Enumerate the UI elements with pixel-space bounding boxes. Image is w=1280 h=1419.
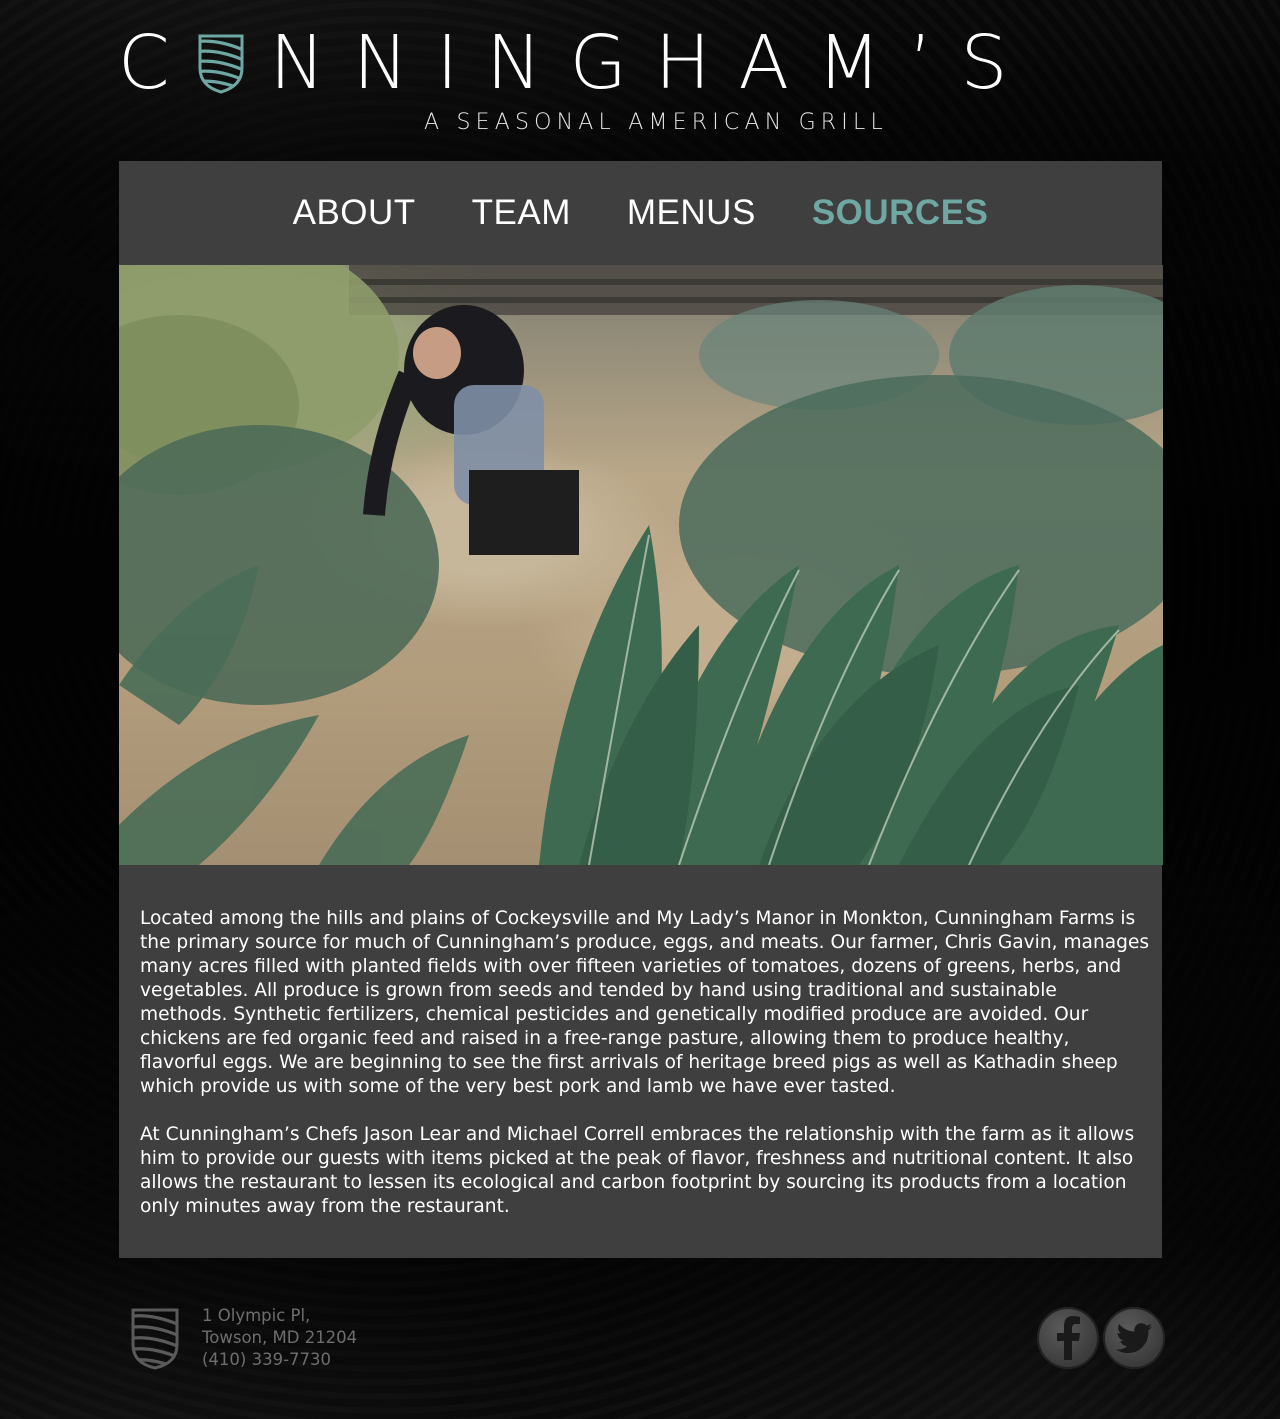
footer-address: 1 Olympic Pl, Towson, MD 21204 (410) 339…: [202, 1305, 357, 1371]
facebook-icon: [1057, 1316, 1080, 1360]
logo-tagline: A SEASONAL AMERICAN GRILL: [424, 110, 888, 135]
shield-icon: [198, 34, 244, 94]
phone-number[interactable]: (410) 339-7730: [202, 1349, 357, 1371]
footer-shield-icon: [131, 1308, 179, 1370]
address-line-1: 1 Olympic Pl,: [202, 1306, 311, 1325]
nav-menus[interactable]: MENUS: [627, 193, 756, 233]
sources-paragraph-1: Located among the hills and plains of Co…: [140, 908, 1150, 1097]
main-nav: ABOUT TEAM MENUS SOURCES: [119, 161, 1162, 265]
twitter-button[interactable]: [1103, 1307, 1165, 1369]
nav-sources[interactable]: SOURCES: [812, 193, 989, 233]
sources-paragraph-2: At Cunningham’s Chefs Jason Lear and Mic…: [140, 1124, 1135, 1217]
logo-letters-rest: NNINGHAM’S: [269, 20, 1036, 106]
logo-wordmark: C NNINGHAM’S: [118, 26, 1036, 100]
address-line-2: Towson, MD 21204: [202, 1328, 358, 1347]
facebook-button[interactable]: [1037, 1307, 1099, 1369]
hero-image-farm: [119, 265, 1163, 865]
site-logo[interactable]: C NNINGHAM’S A SEASONAL AMERICAN GRILL: [118, 26, 1008, 136]
hero-farm-illustration: [119, 265, 1163, 865]
sources-content: Located among the hills and plains of Co…: [140, 907, 1150, 1243]
twitter-icon: [1116, 1323, 1152, 1353]
main-panel: ABOUT TEAM MENUS SOURCES Located among t…: [119, 161, 1163, 1258]
logo-letter-c: C: [118, 20, 198, 106]
nav-about[interactable]: ABOUT: [293, 193, 416, 233]
nav-team[interactable]: TEAM: [472, 193, 571, 233]
